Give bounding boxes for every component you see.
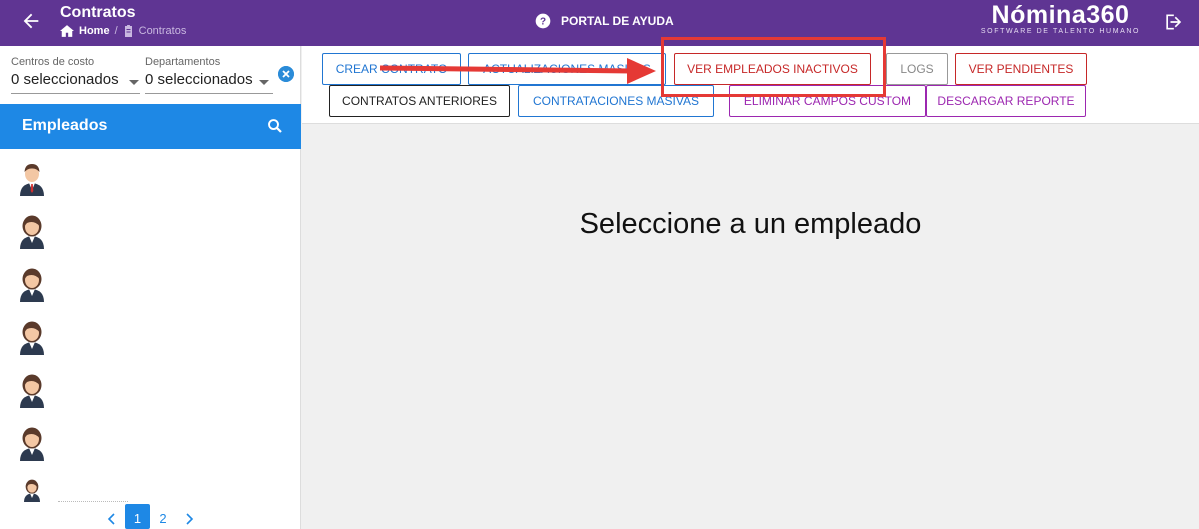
home-icon [60,25,74,37]
female-avatar-icon[interactable] [17,319,47,355]
field-underline [145,93,273,94]
help-portal-label: PORTAL DE AYUDA [561,14,674,28]
previous-contracts-button[interactable]: CONTRATOS ANTERIORES [329,85,510,117]
bulk-hiring-button[interactable]: CONTRATACIONES MASIVAS [518,85,714,117]
female-avatar-icon[interactable] [17,425,47,461]
cost-center-value: 0 seleccionados [11,71,119,88]
top-app-bar: Contratos Home / Contratos ? PORTAL DE A… [0,0,1199,46]
chevron-right-icon[interactable] [183,512,195,526]
cost-center-label: Centros de costo [11,56,95,68]
svg-text:?: ? [540,16,546,27]
empty-state-message: Seleccione a un empleado [579,208,922,240]
list-divider [58,501,128,502]
department-label: Departamentos [145,56,221,68]
help-icon: ? [535,13,551,29]
company-logo: Nómina360 SOFTWARE DE TALENTO HUMANO [978,0,1143,35]
view-inactive-employees-button[interactable]: VER EMPLEADOS INACTIVOS [674,53,871,85]
delete-custom-fields-button[interactable]: ELIMINAR CAMPOS CUSTOM [729,85,926,117]
field-underline [11,93,140,94]
female-avatar-icon[interactable] [17,213,47,249]
logs-button[interactable]: LOGS [886,53,948,85]
employees-title: Empleados [22,117,108,134]
view-pending-button[interactable]: VER PENDIENTES [955,53,1087,85]
page-2-button[interactable]: 2 [155,504,171,529]
logout-icon[interactable] [1163,12,1183,32]
help-portal-link[interactable]: ? PORTAL DE AYUDA [535,13,674,29]
search-icon[interactable] [266,117,284,135]
download-report-button[interactable]: DESCARGAR REPORTE [926,85,1086,117]
breadcrumb-current: Contratos [138,25,187,37]
logo-brand: Nómina360 [991,1,1130,29]
breadcrumb: Home / Contratos [60,25,186,37]
female-avatar-icon[interactable] [17,478,47,502]
breadcrumb-home-link[interactable]: Home [79,25,110,37]
female-avatar-icon[interactable] [17,372,47,408]
create-contract-button[interactable]: CREAR CONTRATO [322,53,461,85]
department-filter[interactable]: Departamentos 0 seleccionados [145,56,273,94]
chevron-left-icon[interactable] [106,512,118,526]
employee-sidebar: Centros de costo 0 seleccionados Departa… [0,46,301,529]
cost-center-filter[interactable]: Centros de costo 0 seleccionados [11,56,140,94]
page-title: Contratos [60,4,136,21]
department-value: 0 seleccionados [145,71,253,88]
action-toolbar: CREAR CONTRATO ACTUALIZACIONES MASIVAS V… [302,46,1199,124]
employees-header: Empleados [0,104,301,149]
back-arrow-icon[interactable] [20,10,42,32]
chevron-down-icon [259,80,269,85]
page-1-button[interactable]: 1 [125,504,150,529]
breadcrumb-separator: / [114,25,118,37]
chevron-down-icon [129,80,139,85]
logo-tagline: SOFTWARE DE TALENTO HUMANO [980,28,1141,35]
clipboard-icon [124,25,132,37]
bulk-updates-button[interactable]: ACTUALIZACIONES MASIVAS [468,53,666,85]
male-avatar-icon[interactable] [17,160,47,196]
female-avatar-icon[interactable] [17,266,47,302]
clear-filters-icon[interactable] [278,66,294,82]
